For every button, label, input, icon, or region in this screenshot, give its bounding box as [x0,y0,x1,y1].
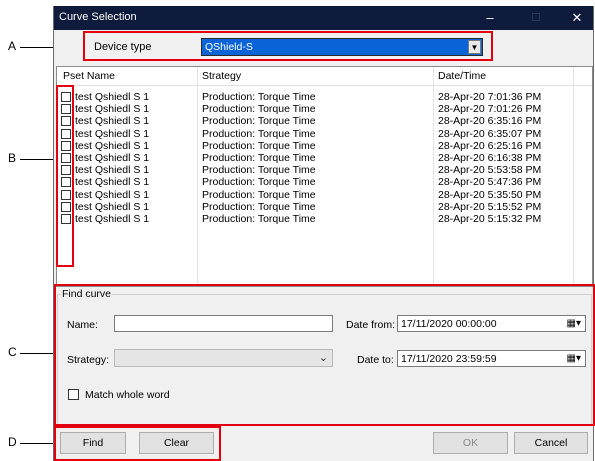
strategy-cell: Production: Torque Time [202,91,316,103]
row-checkbox[interactable] [61,201,71,212]
row-checkbox[interactable] [61,116,71,127]
strategy-cell: Production: Torque Time [202,176,316,189]
calendar-icon[interactable]: ▦▾ [567,353,581,364]
column-date-time[interactable]: Date/Time [438,70,486,82]
row-checkbox[interactable] [61,128,71,139]
match-whole-word-label: Match whole word [85,389,170,401]
strategy-cell: Production: Torque Time [202,115,316,128]
row-checkbox[interactable] [61,153,71,163]
date-to-picker[interactable]: 17/11/2020 23:59:59 ▦▾ [397,350,586,367]
pset-name-cell: test Qshiedl S 1 [75,152,150,164]
date-time-cell: 28-Apr-20 5:53:58 PM [438,164,542,177]
row-checkbox[interactable] [61,92,71,102]
date-from-label: Date from: [346,319,396,331]
strategy-cell: Production: Torque Time [202,152,316,164]
callout-d-line [20,443,56,444]
pset-name-cell: test Qshiedl S 1 [75,176,150,189]
strategy-label: Strategy: [67,354,110,366]
callout-b-line [20,159,57,160]
title-bar: Curve Selection – ☐ ✕ [54,6,593,30]
date-time-cell: 28-Apr-20 6:25:16 PM [438,139,542,152]
date-time-cell: 28-Apr-20 6:35:07 PM [438,127,542,140]
minimize-icon[interactable]: – [474,6,506,30]
chevron-down-icon[interactable]: ⌄ [319,351,328,364]
table-row[interactable]: test Qshiedl S 1 Production: Torque Time 2… [57,103,592,115]
row-checkbox[interactable] [61,140,71,151]
table-row[interactable]: test Qshiedl S 1 Production: Torque Time 2… [57,213,592,225]
strategy-cell: Production: Torque Time [202,200,316,213]
callout-b-label: B [8,151,17,165]
row-checkbox[interactable] [61,165,71,176]
callout-c-line [20,353,56,354]
curve-selection-dialog: Curve Selection – ☐ ✕ Device type QShiel… [53,6,594,461]
row-checkbox[interactable] [61,189,71,200]
strategy-cell: Production: Torque Time [202,188,316,201]
strategy-cell: Production: Torque Time [202,213,316,225]
strategy-cell: Production: Torque Time [202,139,316,152]
date-time-cell: 28-Apr-20 5:47:36 PM [438,176,542,189]
name-input[interactable] [114,315,333,332]
table-row[interactable]: test Qshiedl S 1 Production: Torque Time 2… [57,91,592,103]
table-row[interactable]: test Qshiedl S 1 Production: Torque Time 2… [57,189,592,201]
chevron-down-icon[interactable]: ▼ [468,40,481,54]
date-time-cell: 28-Apr-20 6:16:38 PM [438,152,542,164]
table-row[interactable]: test Qshiedl S 1 Production: Torque Time 2… [57,164,592,176]
match-whole-word-checkbox[interactable] [68,389,79,400]
callout-d-label: D [8,435,17,449]
date-time-cell: 28-Apr-20 7:01:26 PM [438,103,542,116]
column-strategy[interactable]: Strategy [202,70,241,82]
pset-name-cell: test Qshiedl S 1 [75,213,150,225]
device-type-label: Device type [94,41,152,53]
row-checkbox[interactable] [61,214,71,224]
table-row[interactable]: test Qshiedl S 1 Production: Torque Time 2… [57,140,592,152]
strategy-select[interactable]: ⌄ [114,349,333,367]
callout-a-line [20,47,57,48]
strategy-cell: Production: Torque Time [202,164,316,177]
maximize-icon[interactable]: ☐ [520,6,552,30]
row-checkbox[interactable] [61,104,71,115]
find-curve-title: Find curve [61,288,113,300]
strategy-cell: Production: Torque Time [202,103,316,116]
date-time-cell: 28-Apr-20 5:15:32 PM [438,213,542,225]
pset-name-cell: test Qshiedl S 1 [75,200,150,213]
device-type-select[interactable]: QShield-S ▼ [201,38,483,56]
row-checkbox[interactable] [61,177,71,188]
table-row[interactable]: test Qshiedl S 1 Production: Torque Time 2… [57,115,592,127]
column-pset-name[interactable]: Pset Name [63,70,115,82]
date-time-cell: 28-Apr-20 5:15:52 PM [438,200,542,213]
pset-name-cell: test Qshiedl S 1 [75,164,150,177]
name-label: Name: [67,319,98,331]
curve-list[interactable]: Pset Name Strategy Date/Time test Qshied… [56,66,593,287]
date-from-picker[interactable]: 17/11/2020 00:00:00 ▦▾ [397,315,586,332]
pset-name-cell: test Qshiedl S 1 [75,127,150,140]
curve-list-header: Pset Name Strategy Date/Time [57,67,592,86]
callout-c-label: C [8,345,17,359]
date-from-value: 17/11/2020 00:00:00 [401,318,497,330]
pset-name-cell: test Qshiedl S 1 [75,103,150,116]
device-type-value: QShield-S [205,41,253,53]
find-button[interactable]: Find [60,432,126,454]
pset-name-cell: test Qshiedl S 1 [75,91,150,103]
table-row[interactable]: test Qshiedl S 1 Production: Torque Time 2… [57,176,592,188]
window-title: Curve Selection [59,11,137,23]
clear-button[interactable]: Clear [139,432,214,454]
table-row[interactable]: test Qshiedl S 1 Production: Torque Time 2… [57,152,592,164]
strategy-cell: Production: Torque Time [202,127,316,140]
pset-name-cell: test Qshiedl S 1 [75,139,150,152]
table-row[interactable]: test Qshiedl S 1 Production: Torque Time 2… [57,128,592,140]
date-time-cell: 28-Apr-20 7:01:36 PM [438,91,542,103]
pset-name-cell: test Qshiedl S 1 [75,188,150,201]
ok-button[interactable]: OK [433,432,508,454]
calendar-icon[interactable]: ▦▾ [567,318,581,329]
date-to-label: Date to: [357,354,394,366]
callout-a-label: A [8,39,17,53]
pset-name-cell: test Qshiedl S 1 [75,115,150,128]
date-to-value: 17/11/2020 23:59:59 [401,353,497,365]
cancel-button[interactable]: Cancel [514,432,588,454]
date-time-cell: 28-Apr-20 6:35:16 PM [438,115,542,128]
close-icon[interactable]: ✕ [561,6,593,30]
table-row[interactable]: test Qshiedl S 1 Production: Torque Time 2… [57,201,592,213]
date-time-cell: 28-Apr-20 5:35:50 PM [438,188,542,201]
